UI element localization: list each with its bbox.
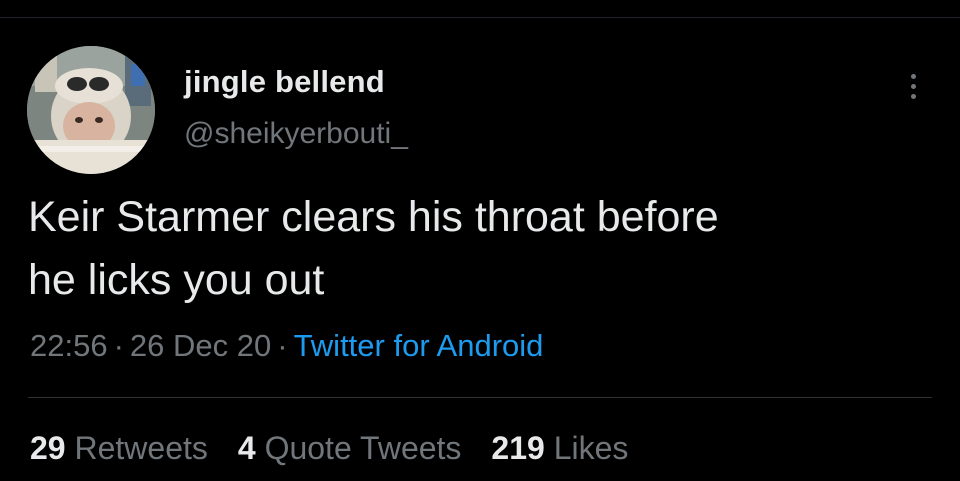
quote-tweets-label: Quote Tweets [264,430,462,466]
more-vertical-icon-dot [910,93,916,99]
likes-count: 219 [491,430,545,466]
avatar-photo [27,46,155,174]
tweet-source-link[interactable]: Twitter for Android [294,328,544,363]
engagement-stats: 29 Retweets 4 Quote Tweets 219 Likes [30,430,628,467]
tweet-text-line-1: Keir Starmer clears his throat before [28,193,719,241]
retweets-label: Retweets [74,430,208,466]
tweet-text-line-2: he licks you out [28,256,325,304]
author-handle[interactable]: @sheikyerbouti_ [184,117,408,151]
likes-stat[interactable]: 219 Likes [491,430,628,467]
likes-label: Likes [553,430,629,466]
more-vertical-icon [910,73,916,79]
quote-tweets-count: 4 [237,430,256,466]
meta-separator: · [277,328,288,363]
meta-separator: · [113,328,124,363]
stats-divider [28,397,932,398]
avatar[interactable] [27,46,155,174]
more-vertical-icon-dot [910,83,916,89]
quote-tweets-stat[interactable]: 4 Quote Tweets [238,430,462,467]
tweet-date[interactable]: 26 Dec 20 [130,328,271,363]
tweet-time[interactable]: 22:56 [30,328,108,363]
top-divider [0,17,960,18]
retweets-stat[interactable]: 29 Retweets [30,430,208,467]
tweet-meta: 22:56 · 26 Dec 20 · Twitter for Android [30,328,543,364]
tweet-text: Keir Starmer clears his throat before he… [28,186,928,312]
more-options-button[interactable] [898,66,928,106]
retweets-count: 29 [30,430,66,466]
author-display-name[interactable]: jingle bellend [184,64,385,100]
